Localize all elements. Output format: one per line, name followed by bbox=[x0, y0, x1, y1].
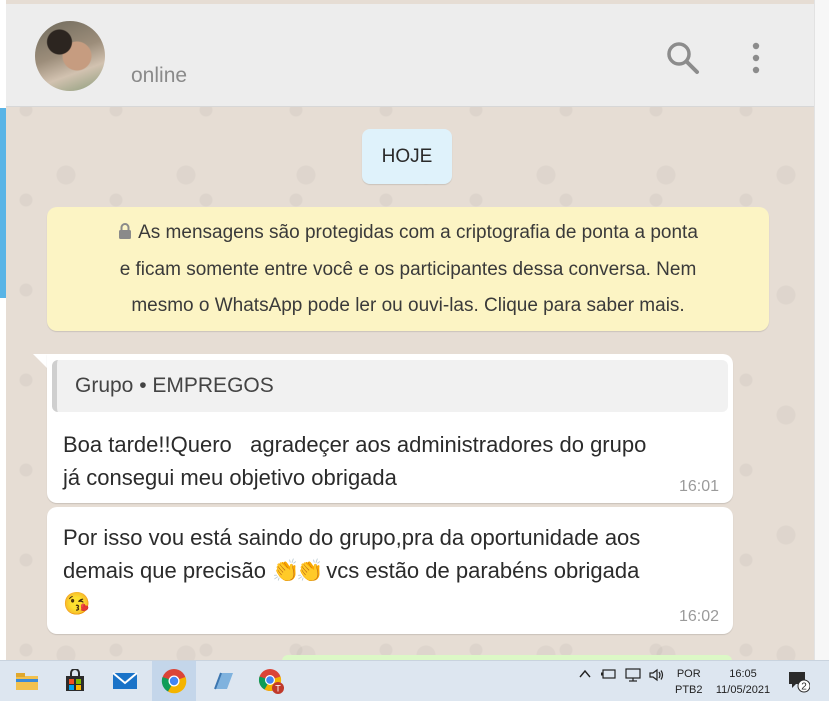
message-bubble[interactable]: Grupo • EMPREGOS Boa tarde!!Quero agrade… bbox=[47, 354, 733, 503]
system-clock[interactable]: 16:05 11/05/2021 bbox=[712, 666, 774, 698]
clock-date: 11/05/2021 bbox=[715, 684, 771, 696]
chevron-up-icon[interactable] bbox=[578, 667, 592, 684]
clapping-hands-emoji: 👏 bbox=[272, 558, 300, 583]
message-line: já consegui meu objetivo obrigada bbox=[63, 465, 397, 490]
windows-taskbar: T POR PTB2 16:05 11/05/2021 2 bbox=[0, 660, 829, 701]
chat-header[interactable]: online bbox=[6, 4, 814, 107]
search-icon[interactable] bbox=[663, 38, 703, 78]
message-line: Por isso vou está saindo do grupo,pra da… bbox=[63, 525, 641, 550]
message-text: Boa tarde!!Quero agradeçer aos administr… bbox=[63, 428, 646, 494]
file-explorer-icon[interactable] bbox=[12, 667, 42, 695]
language-code: POR bbox=[676, 668, 701, 680]
network-icon[interactable] bbox=[624, 667, 642, 686]
chrome-profile-icon[interactable]: T bbox=[256, 667, 286, 695]
date-divider: HOJE bbox=[362, 129, 452, 184]
message-line: 😘 bbox=[63, 587, 640, 620]
message-time: 16:01 bbox=[678, 478, 719, 495]
clock-time: 16:05 bbox=[729, 668, 757, 680]
encryption-notice-line-3: mesmo o WhatsApp pode ler ou ouvi-las. C… bbox=[131, 295, 685, 316]
mail-icon[interactable] bbox=[110, 667, 140, 695]
kiss-emoji: 😘 bbox=[63, 591, 91, 616]
message-time: 16:02 bbox=[678, 608, 719, 625]
more-vert-icon[interactable] bbox=[736, 38, 776, 78]
encryption-notice[interactable]: As mensagens são protegidas com a cripto… bbox=[47, 207, 769, 331]
battery-icon[interactable] bbox=[600, 667, 618, 684]
bubble-tail bbox=[33, 354, 47, 368]
quoted-message[interactable]: Grupo • EMPREGOS bbox=[52, 360, 728, 412]
message-text-segment: demais que precisão bbox=[63, 558, 273, 583]
keyboard-layout: PTB2 bbox=[675, 684, 703, 696]
chrome-icon[interactable] bbox=[159, 667, 189, 695]
encryption-notice-line-2: e ficam somente entre você e os particip… bbox=[119, 259, 697, 280]
message-text: Por isso vou está saindo do grupo,pra da… bbox=[63, 521, 640, 620]
encryption-notice-text-1: As mensagens são protegidas com a cripto… bbox=[138, 222, 698, 243]
message-bubble[interactable]: Por isso vou está saindo do grupo,pra da… bbox=[47, 507, 733, 634]
contact-avatar[interactable] bbox=[35, 21, 105, 91]
notification-center-icon[interactable]: 2 bbox=[786, 669, 811, 693]
message-line: Boa tarde!!Quero agradeçer aos administr… bbox=[63, 432, 647, 457]
scrollbar-track[interactable] bbox=[814, 0, 829, 660]
message-text-segment: vcs estão de parabéns obrigada bbox=[320, 558, 640, 583]
lock-icon bbox=[118, 216, 132, 252]
quoted-message-text: Grupo • EMPREGOS bbox=[75, 374, 274, 397]
volume-icon[interactable] bbox=[648, 667, 666, 686]
svg-text:T: T bbox=[275, 684, 281, 694]
clapping-hands-emoji: 👏 bbox=[296, 558, 324, 583]
notification-count: 2 bbox=[801, 682, 807, 693]
contact-status: online bbox=[131, 64, 188, 87]
message-line: demais que precisão 👏👏 vcs estão de para… bbox=[63, 554, 640, 587]
encryption-notice-line-1: As mensagens são protegidas com a cripto… bbox=[47, 215, 769, 252]
store-icon[interactable] bbox=[60, 667, 90, 695]
input-language[interactable]: POR PTB2 bbox=[675, 666, 703, 698]
notepad-icon[interactable] bbox=[208, 667, 238, 695]
